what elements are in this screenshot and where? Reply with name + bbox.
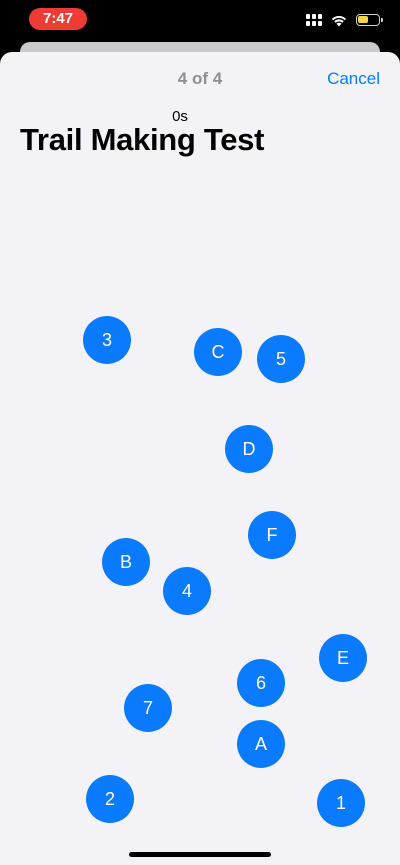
trail-node-5[interactable]: 5 <box>257 335 305 383</box>
trail-node-c[interactable]: C <box>194 328 242 376</box>
trail-node-1[interactable]: 1 <box>317 779 365 827</box>
cellular-icon <box>306 14 322 26</box>
status-icons <box>306 10 383 30</box>
trail-node-e[interactable]: E <box>319 634 367 682</box>
status-bar: 7:47 <box>0 0 400 42</box>
trail-node-6[interactable]: 6 <box>237 659 285 707</box>
trail-node-3[interactable]: 3 <box>83 316 131 364</box>
trail-node-4[interactable]: 4 <box>163 567 211 615</box>
status-time[interactable]: 7:47 <box>29 8 87 30</box>
page-title: Trail Making Test <box>20 122 265 157</box>
trail-node-a[interactable]: A <box>237 720 285 768</box>
trail-node-2[interactable]: 2 <box>86 775 134 823</box>
home-indicator[interactable] <box>129 852 271 857</box>
trail-node-b[interactable]: B <box>102 538 150 586</box>
trail-node-d[interactable]: D <box>225 425 273 473</box>
wifi-icon <box>331 15 347 26</box>
task-sheet: 4 of 4 Cancel 0s Trail Making Test 3 C 5… <box>0 52 400 865</box>
cancel-button[interactable]: Cancel <box>327 69 380 89</box>
trail-node-7[interactable]: 7 <box>124 684 172 732</box>
battery-charging-icon <box>356 14 383 26</box>
trail-node-f[interactable]: F <box>248 511 296 559</box>
